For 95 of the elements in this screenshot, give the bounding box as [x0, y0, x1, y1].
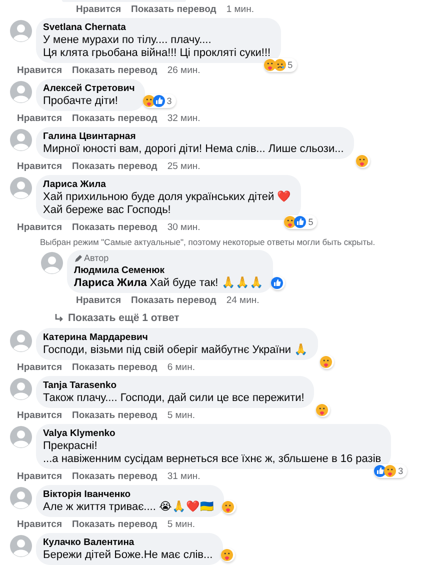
like-link[interactable]: Нравится	[17, 362, 62, 373]
comment-text: Прекрасні!	[43, 440, 98, 453]
reaction-summary[interactable]: 3	[374, 464, 408, 478]
like-reaction-icon	[152, 95, 165, 107]
comment-text: Господи, візьми під свій оберіг майбутнє України 🙏	[43, 344, 308, 357]
avatar-icon[interactable]	[41, 252, 63, 274]
comment-time[interactable]: 30 мин.	[167, 222, 200, 233]
more-replies-label: Показать ещё 1 ответ	[68, 312, 180, 324]
reaction-summary[interactable]: 3	[142, 94, 176, 108]
comment-text: Хай прихильною буде доля українських дітей ❤	[43, 191, 292, 204]
comment-author[interactable]: Алексей Стретович	[43, 82, 135, 95]
like-link[interactable]: Нравится	[17, 161, 62, 172]
like-link[interactable]: Нравится	[17, 519, 62, 530]
care-reaction-icon	[264, 59, 276, 71]
comment-text: ...а навіженним сусідам вернеться все їхнє ж, збльшене в 16 разів	[43, 453, 382, 466]
comment-text: Також плачу.... Господи, дай сили це все пережити!	[43, 392, 304, 405]
like-link[interactable]: Нравится	[17, 65, 62, 76]
comment-text: Але ж життя триває.... 😭🙏❤🇺🇦	[43, 501, 214, 514]
translate-link[interactable]: Показать перевод	[72, 113, 158, 124]
filter-notice: Выбран режим "Самые актуальные", поэтому некоторые ответы могли быть скрыты.	[40, 237, 376, 247]
care-reaction-icon	[316, 404, 328, 416]
avatar-icon[interactable]	[10, 426, 32, 448]
like-link[interactable]: Нравится	[17, 410, 62, 421]
reaction-summary[interactable]	[356, 154, 370, 168]
pencil-icon	[74, 254, 82, 262]
care-reaction-icon	[142, 95, 155, 107]
like-reaction-icon	[294, 216, 306, 228]
comment-author[interactable]: Вікторія Іванченко	[43, 488, 214, 501]
comment-text: Пробачте діти!	[43, 95, 119, 108]
comment-text: Бережи дітей Боже.Не має слів...	[43, 549, 213, 562]
reaction-count: 5	[308, 217, 314, 227]
translate-link[interactable]: Показать перевод	[72, 471, 158, 482]
comment-text: У мене мурахи по тілу.... плачу....	[43, 34, 212, 47]
translate-link[interactable]: Показать перевод	[72, 65, 158, 76]
comment-time[interactable]: 5 мин.	[167, 519, 195, 530]
badge-label: Автор	[84, 253, 109, 264]
sad-reaction-icon	[274, 59, 286, 71]
like-reaction-icon	[271, 277, 284, 289]
comment-author[interactable]: Svetlana Chernata	[43, 21, 271, 34]
comment-author[interactable]: Галина Цвинтарная	[43, 130, 344, 143]
comment-text: Лариса Жила Хай буде так! 🙏🙏🙏	[74, 277, 264, 290]
like-link[interactable]: Нравится	[17, 113, 62, 124]
care-reaction-icon	[320, 356, 332, 368]
comment-author[interactable]: Valya Klymenko	[43, 427, 382, 440]
reaction-summary[interactable]	[320, 355, 334, 369]
reaction-count: 5	[288, 60, 293, 70]
comment-author[interactable]: Лариса Жила	[43, 178, 292, 191]
like-link[interactable]: Нравится	[17, 222, 62, 233]
avatar-icon[interactable]	[10, 535, 32, 557]
reaction-summary[interactable]	[316, 403, 330, 417]
comment-author[interactable]: Кулачко Валентина	[43, 536, 213, 549]
reaction-summary[interactable]: 5	[264, 58, 297, 72]
comment-text: Мирної юності вам, дорогі діти! Нема слів... Лише сльози...	[43, 143, 344, 156]
care-reaction-icon	[222, 501, 234, 513]
comment-text: Ця клята грьобана війна!!! Ці прокляті суки!!!	[43, 47, 271, 60]
comment-time[interactable]: 24 мин.	[226, 295, 260, 306]
comment-time[interactable]: 31 мин.	[167, 471, 200, 482]
like-link[interactable]: Нравится	[17, 471, 62, 482]
reaction-count: 3	[398, 466, 404, 476]
translate-link[interactable]: Показать перевод	[72, 362, 158, 373]
translate-link[interactable]: Показать перевод	[130, 4, 216, 15]
like-link[interactable]: Нравится	[76, 4, 121, 15]
translate-link[interactable]: Показать перевод	[72, 222, 158, 233]
comment-time[interactable]: 26 мин.	[167, 65, 200, 76]
reaction-summary[interactable]	[271, 276, 286, 290]
care-reaction-icon	[220, 549, 233, 561]
avatar-icon[interactable]	[10, 81, 32, 103]
comment-author[interactable]: Tanja Tarasenko	[43, 379, 304, 392]
avatar-icon[interactable]	[10, 378, 32, 400]
avatar-icon[interactable]	[10, 330, 32, 352]
comment-time[interactable]: 1 мин.	[226, 4, 254, 15]
translate-link[interactable]: Показать перевод	[72, 161, 158, 172]
comment-time[interactable]: 32 мин.	[167, 113, 200, 124]
translate-link[interactable]: Показать перевод	[130, 295, 216, 306]
reaction-summary[interactable]	[220, 548, 235, 562]
like-link[interactable]: Нравится	[76, 295, 121, 306]
translate-link[interactable]: Показать перевод	[72, 519, 158, 530]
reaction-summary[interactable]	[222, 500, 236, 514]
reply-arrow-icon	[54, 313, 64, 323]
care-reaction-icon	[384, 465, 396, 477]
avatar-icon[interactable]	[10, 129, 32, 151]
comment-time[interactable]: 25 мин.	[167, 161, 200, 172]
reaction-summary[interactable]: 5	[284, 215, 318, 229]
reaction-count: 3	[166, 96, 172, 106]
comment-time[interactable]: 6 мин.	[167, 362, 195, 373]
comment-time[interactable]: 5 мин.	[167, 410, 195, 421]
comment-author[interactable]: Катерина Мардаревич	[43, 331, 308, 344]
comment-author[interactable]: Людмила Семенюк	[74, 264, 264, 277]
avatar-icon[interactable]	[10, 177, 32, 199]
care-reaction-icon	[356, 155, 368, 167]
avatar-icon[interactable]	[10, 487, 32, 509]
avatar-icon[interactable]	[10, 20, 32, 42]
more-replies-link[interactable]: Показать ещё 1 ответ	[54, 312, 428, 324]
comment-text: Хай береже вас Господь!	[43, 204, 172, 217]
translate-link[interactable]: Показать перевод	[72, 410, 158, 421]
